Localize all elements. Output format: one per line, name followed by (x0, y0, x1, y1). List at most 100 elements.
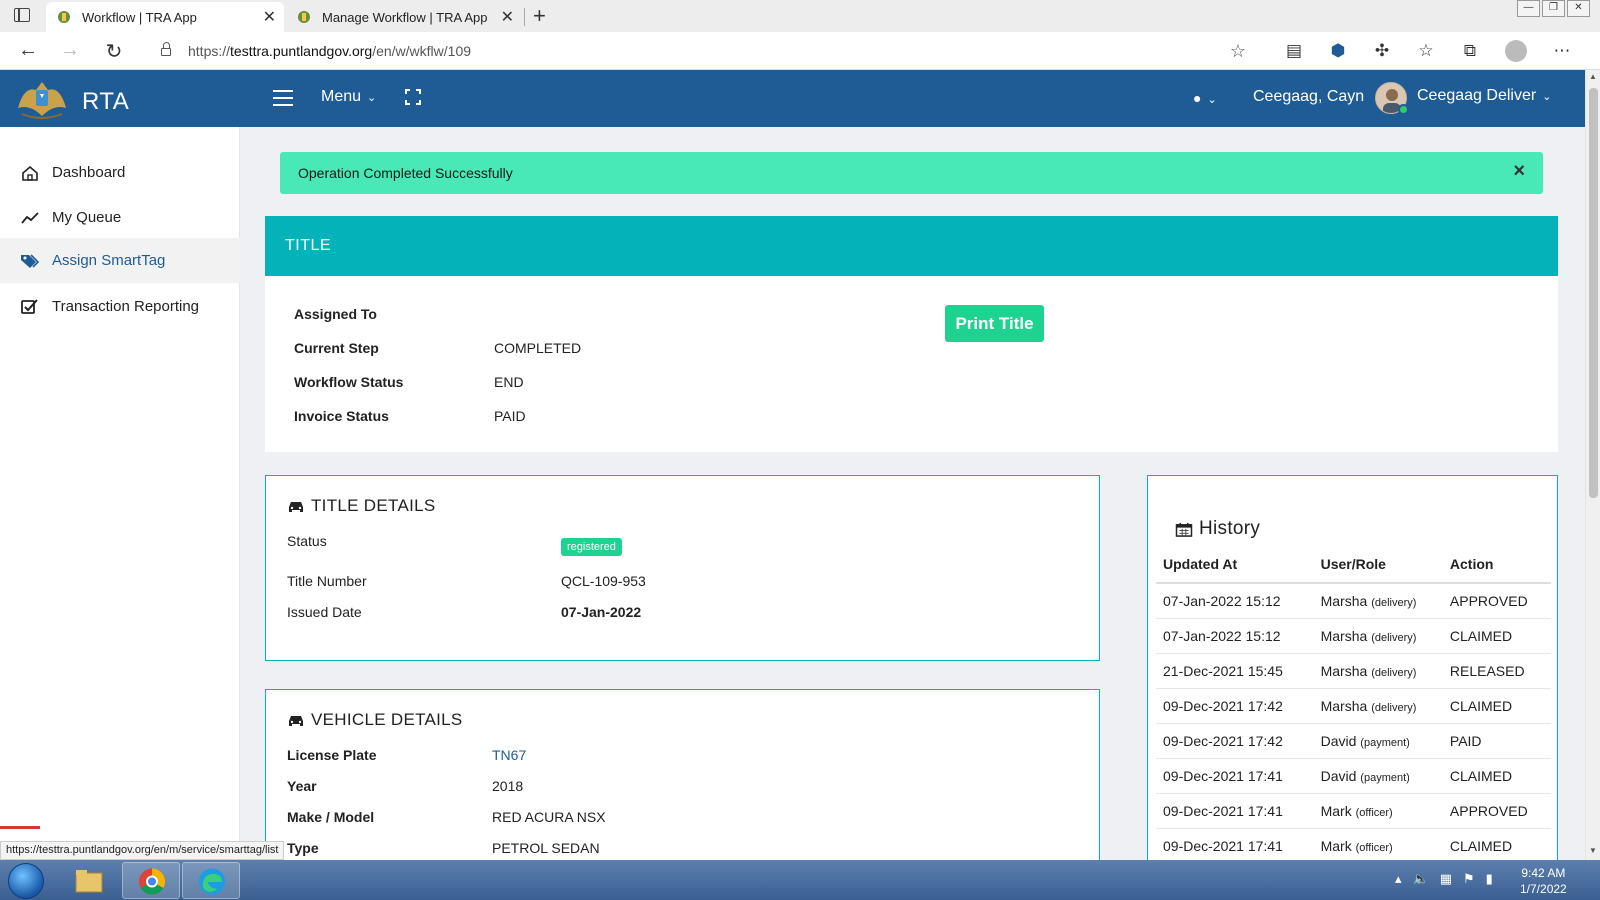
close-window-icon[interactable]: ✕ (1567, 0, 1590, 17)
close-tab-icon[interactable]: ✕ (501, 7, 514, 27)
rta-favicon-icon (58, 11, 70, 23)
page-scrollbar[interactable]: ▲ ▼ (1585, 70, 1600, 860)
show-hidden-icons-icon[interactable]: ▴ (1395, 871, 1402, 887)
history-table: Updated At User/Role Action 07-Jan-2022 … (1156, 546, 1551, 860)
system-tray: ▴ 🔈 ▦ ⚑ ▮ (1395, 871, 1493, 887)
chrome-taskbar-icon[interactable] (122, 862, 180, 899)
main-content: Operation Completed Successfully × TITLE… (240, 127, 1585, 860)
chevron-down-icon: ⌄ (367, 92, 377, 104)
chevron-down-icon: ⌄ (1207, 94, 1217, 106)
invoice-status-label: Invoice Status (294, 408, 389, 424)
window-controls: — ❐ ✕ (1515, 0, 1590, 17)
role-dropdown[interactable]: Ceegaag Deliver ⌄ (1417, 87, 1551, 105)
browser-tab-workflow[interactable]: Workflow | TRA App ✕ (46, 2, 284, 32)
app-brand[interactable]: RTA (82, 88, 129, 116)
minimize-icon[interactable]: — (1517, 0, 1540, 17)
table-row: 07-Jan-2022 15:12 Marsha (delivery) CLAIME… (1156, 618, 1551, 654)
collections-icon[interactable]: ⧉ (1461, 41, 1479, 61)
invoice-status-value: PAID (494, 408, 526, 424)
status-label: Status (287, 533, 327, 549)
scroll-thumb[interactable] (1589, 88, 1598, 498)
user-icon: ● (1193, 90, 1202, 106)
close-tab-icon[interactable]: ✕ (263, 7, 276, 27)
close-alert-icon[interactable]: × (1513, 160, 1525, 183)
year-value: 2018 (492, 778, 524, 794)
tab-actions-icon[interactable] (14, 8, 30, 22)
hamburger-menu-icon[interactable] (273, 90, 293, 106)
title-card: TITLE Assigned To Current Step COMPLETED… (265, 216, 1558, 452)
table-row: 09-Dec-2021 17:41 Mark (officer) CLAIMED (1156, 828, 1551, 860)
tab-title: Workflow | TRA App (82, 9, 197, 25)
history-panel: History Updated At User/Role Action 07-J… (1147, 475, 1558, 860)
sidebar-item-transaction-reporting[interactable]: Transaction Reporting (0, 284, 240, 329)
table-row: 09-Dec-2021 17:42 Marsha (delivery) CLAIME… (1156, 688, 1551, 724)
back-icon[interactable]: ← (16, 39, 40, 62)
car-icon (289, 501, 303, 512)
taskbar-clock[interactable]: 9:42 AM 1/7/2022 (1520, 865, 1567, 897)
license-plate-link[interactable]: TN67 (492, 747, 526, 763)
extension-icons: ▤ ⬢ ✣ ☆ ⧉ ⋯ (1285, 40, 1571, 62)
volume-icon[interactable]: 🔈 (1413, 871, 1429, 887)
check-square-icon (21, 298, 38, 314)
user-menu[interactable]: ● ⌄ (1193, 90, 1217, 106)
restore-icon[interactable]: ❐ (1542, 0, 1565, 17)
browser-tab-bar: Workflow | TRA App ✕ Manage Workflow | T… (0, 0, 1600, 32)
car-icon (289, 715, 303, 726)
column-header: User/Role (1313, 546, 1443, 584)
year-label: Year (287, 778, 317, 794)
vehicle-details-panel: VEHICLE DETAILS License Plate TN67 Year … (265, 689, 1100, 860)
sidebar-item-assign-smarttag[interactable]: Assign SmartTag (0, 238, 240, 283)
rta-favicon-icon (298, 11, 310, 23)
menu-dropdown[interactable]: Menu ⌄ (321, 88, 376, 106)
title-number-value: QCL-109-953 (561, 573, 646, 589)
link-hover-status: https://testtra.puntlandgov.org/en/m/ser… (0, 841, 285, 860)
title-card-heading: TITLE (265, 216, 1558, 276)
current-step-label: Current Step (294, 340, 379, 356)
network-icon[interactable]: ▦ (1440, 871, 1452, 887)
make-model-value: RED ACURA NSX (492, 809, 606, 825)
table-row: 09-Dec-2021 17:42 David (payment) PAID (1156, 723, 1551, 759)
collapsed-panel-tab[interactable] (0, 826, 40, 841)
column-header: Action (1442, 546, 1551, 584)
license-plate-label: License Plate (287, 747, 377, 763)
fullscreen-icon[interactable] (405, 89, 421, 105)
refresh-icon[interactable]: ↻ (102, 39, 126, 64)
title-number-label: Title Number (287, 573, 367, 589)
more-icon[interactable]: ⋯ (1553, 41, 1571, 61)
url-field[interactable]: https://testtra.puntlandgov.org/en/w/wkf… (143, 36, 1258, 66)
extensions-icon[interactable]: ✣ (1373, 41, 1391, 61)
type-label: Type (287, 840, 319, 856)
edge-taskbar-icon[interactable] (182, 862, 240, 899)
issued-date-label: Issued Date (287, 604, 362, 620)
table-row: 09-Dec-2021 17:41 Mark (officer) APPROVED (1156, 793, 1551, 829)
home-icon (22, 165, 38, 181)
browser-tab-manage-workflow[interactable]: Manage Workflow | TRA App ✕ (286, 2, 522, 32)
reading-list-icon[interactable]: ▤ (1285, 41, 1303, 61)
print-title-button[interactable]: Print Title (945, 305, 1044, 342)
user-location: Ceegaag, Cayn (1253, 88, 1365, 105)
shield-extension-icon[interactable]: ⬢ (1329, 41, 1347, 61)
profile-icon[interactable] (1505, 40, 1527, 62)
start-button[interactable] (8, 863, 44, 899)
column-header: Updated At (1156, 546, 1314, 584)
workflow-status-value: END (494, 374, 524, 390)
signal-icon[interactable]: ▮ (1486, 871, 1493, 887)
scroll-down-icon[interactable]: ▼ (1589, 846, 1597, 855)
issued-date-value: 07-Jan-2022 (561, 604, 642, 620)
sidebar-item-my-queue[interactable]: My Queue (0, 195, 240, 240)
action-center-icon[interactable]: ⚑ (1463, 871, 1475, 887)
assigned-to-label: Assigned To (294, 306, 377, 322)
scroll-up-icon[interactable]: ▲ (1589, 72, 1597, 81)
favorite-add-icon[interactable]: ☆ (1230, 41, 1246, 62)
file-explorer-taskbar-icon[interactable] (60, 862, 118, 899)
status-badge: registered (561, 538, 622, 556)
sidebar-item-dashboard[interactable]: Dashboard (0, 150, 240, 195)
calendar-icon (1175, 522, 1193, 537)
vehicle-details-heading: VEHICLE DETAILS (311, 710, 463, 729)
favorites-icon[interactable]: ☆ (1417, 41, 1435, 61)
address-bar: ← → ↻ https://testtra.puntlandgov.org/en… (0, 32, 1600, 70)
app-header: RTA Menu ⌄ ● ⌄ Ceegaag, Cayn Ceegaag Deliv… (0, 70, 1585, 127)
new-tab-icon[interactable]: + (533, 3, 546, 29)
forward-icon[interactable]: → (58, 39, 82, 62)
title-details-heading: TITLE DETAILS (311, 496, 436, 515)
